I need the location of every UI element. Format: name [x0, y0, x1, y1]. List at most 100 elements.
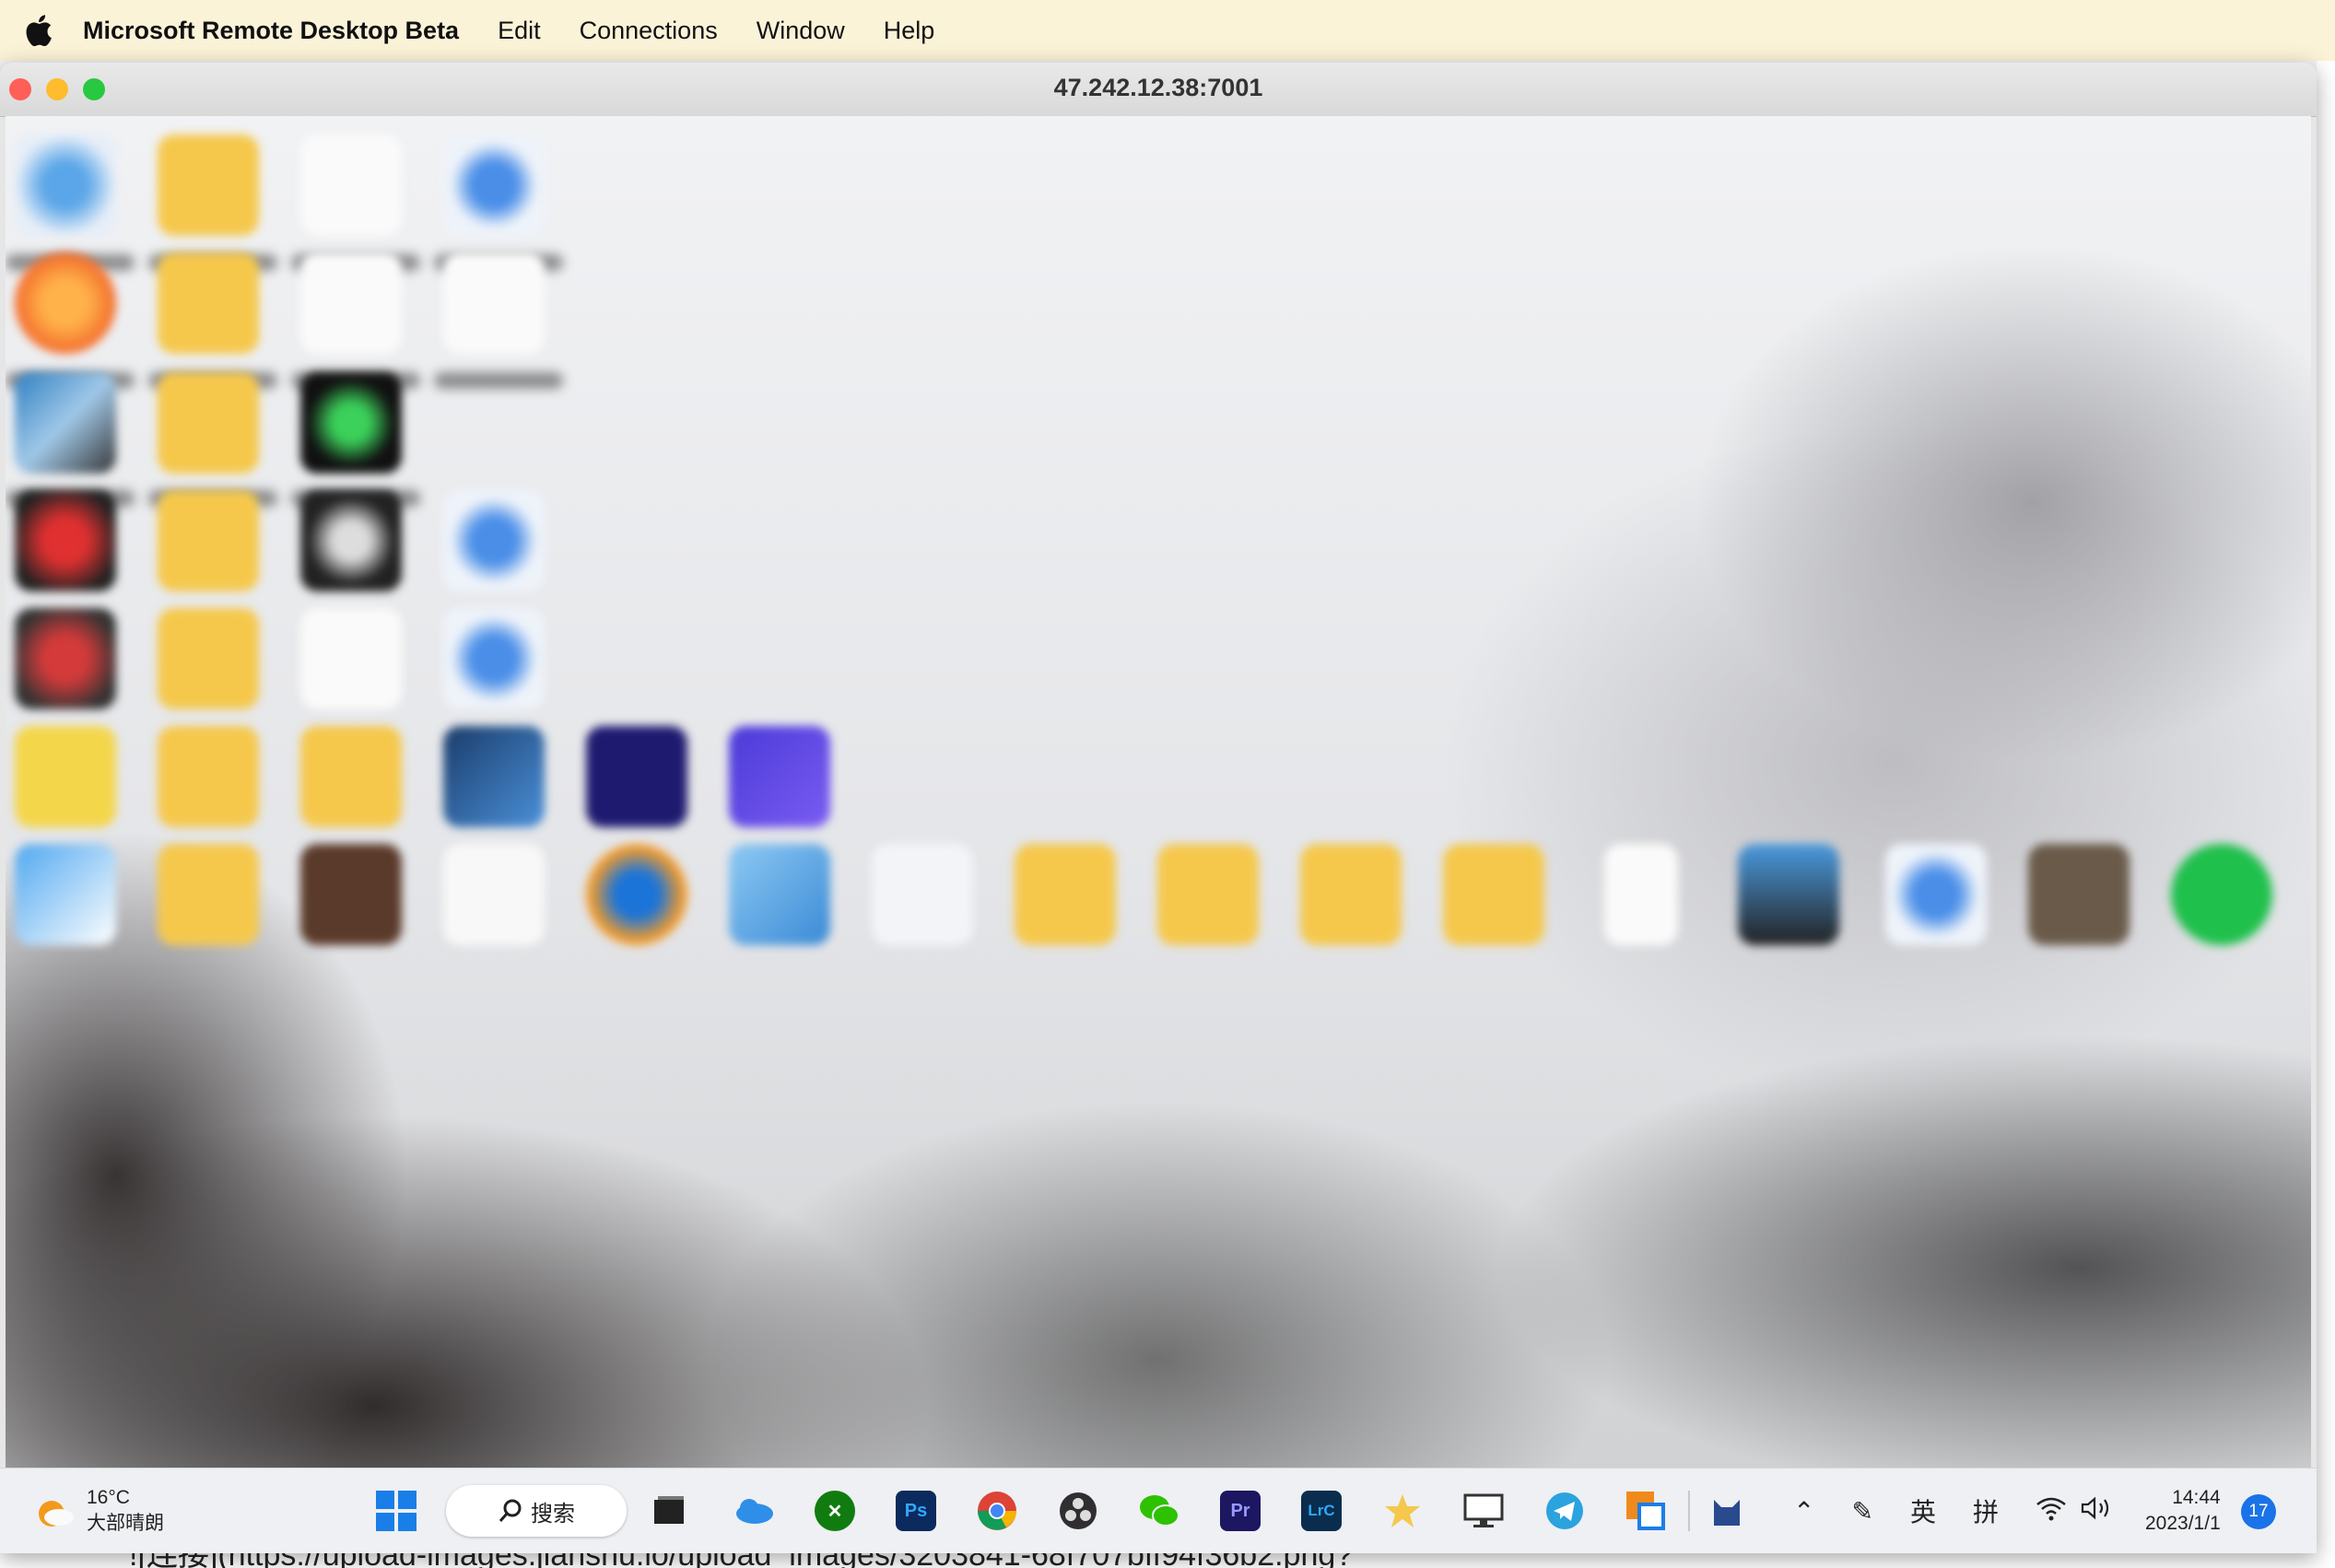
- taskbar-clock[interactable]: 14:44 2023/1/1: [2145, 1485, 2221, 1537]
- task-view-icon: [654, 1496, 684, 1524]
- folder-icon[interactable]: [158, 372, 259, 474]
- desktop-icon[interactable]: [443, 844, 545, 945]
- wechat-button[interactable]: [1133, 1485, 1185, 1537]
- lightroom-icon: LrC: [1301, 1491, 1342, 1531]
- folder-icon[interactable]: [158, 135, 259, 236]
- xbox-icon: ✕: [815, 1491, 855, 1531]
- folder-icon[interactable]: [1015, 844, 1116, 945]
- desktop-icon-label: [434, 372, 563, 389]
- desktop-icon[interactable]: [15, 608, 116, 709]
- taskbar-search[interactable]: 搜索: [446, 1485, 627, 1537]
- menu-edit[interactable]: Edit: [498, 17, 541, 45]
- desktop-icon[interactable]: [15, 726, 116, 827]
- xbox-button[interactable]: ✕: [809, 1485, 861, 1537]
- apple-menu-icon[interactable]: [20, 12, 57, 49]
- desktop-icon[interactable]: [729, 844, 830, 945]
- desktop-icon[interactable]: [443, 608, 545, 709]
- ime-mode[interactable]: 拼: [1973, 1492, 1999, 1529]
- file-icon[interactable]: [300, 252, 402, 354]
- premiere-icon: Pr: [1220, 1491, 1261, 1531]
- windows-logo-icon: [376, 1491, 417, 1531]
- wechat-icon: [1140, 1495, 1179, 1527]
- desktop-icon[interactable]: [300, 372, 402, 474]
- clock-date: 2023/1/1: [2145, 1513, 2221, 1534]
- folder-icon[interactable]: [1157, 844, 1259, 945]
- chevron-up-icon[interactable]: ⌃: [1793, 1496, 1814, 1527]
- desktop-icon[interactable]: [443, 135, 545, 236]
- obs-icon: [1060, 1492, 1097, 1529]
- app-squares-icon: [1626, 1492, 1665, 1530]
- wifi-icon[interactable]: [2036, 1495, 2067, 1527]
- folder-icon[interactable]: [300, 726, 402, 827]
- file-icon[interactable]: [300, 608, 402, 709]
- menu-window[interactable]: Window: [757, 17, 845, 45]
- folder-icon[interactable]: [158, 608, 259, 709]
- telegram-icon: [1546, 1492, 1583, 1529]
- file-icon[interactable]: [300, 135, 402, 236]
- desktop-icon[interactable]: [1738, 844, 1839, 945]
- desktop-icon[interactable]: [729, 726, 830, 827]
- volume-icon[interactable]: [2080, 1495, 2113, 1527]
- desktop-icon[interactable]: [2171, 844, 2272, 945]
- remote-desktop-screen[interactable]: [6, 116, 2311, 1515]
- telegram-button[interactable]: [1539, 1485, 1590, 1537]
- remote-monitor-button[interactable]: [1458, 1485, 1509, 1537]
- folder-icon[interactable]: [158, 844, 259, 945]
- weather-temp: 16°C: [87, 1487, 130, 1508]
- menu-help[interactable]: Help: [884, 17, 935, 45]
- desktop-icon[interactable]: [15, 844, 116, 945]
- search-icon: [499, 1499, 522, 1522]
- macos-menubar: Microsoft Remote Desktop Beta Edit Conne…: [0, 0, 2335, 61]
- weather-widget[interactable]: 16°C 大部晴朗: [31, 1481, 164, 1540]
- start-button[interactable]: [370, 1485, 422, 1537]
- obs-button[interactable]: [1052, 1485, 1104, 1537]
- file-icon[interactable]: [1604, 844, 1678, 945]
- ime-language[interactable]: 英: [1910, 1492, 1936, 1529]
- onedrive-button[interactable]: [728, 1485, 780, 1537]
- background-window-edge: [2317, 61, 2335, 1568]
- window-titlebar[interactable]: 47.242.12.38:7001: [0, 63, 2317, 117]
- lightroom-button[interactable]: LrC: [1296, 1485, 1347, 1537]
- desktop-icon[interactable]: [443, 726, 545, 827]
- app-name-menu[interactable]: Microsoft Remote Desktop Beta: [83, 17, 459, 45]
- window-title: 47.242.12.38:7001: [1053, 74, 1263, 101]
- premiere-button[interactable]: Pr: [1214, 1485, 1266, 1537]
- app-star-button[interactable]: [1377, 1485, 1428, 1537]
- notification-badge[interactable]: 17: [2241, 1494, 2276, 1529]
- desktop-icon[interactable]: [872, 844, 973, 945]
- file-icon[interactable]: [443, 252, 545, 354]
- desktop-icon[interactable]: [15, 490, 116, 591]
- photoshop-button[interactable]: Ps: [890, 1485, 942, 1537]
- task-view-button[interactable]: [643, 1485, 695, 1537]
- folder-icon[interactable]: [1443, 844, 1544, 945]
- desktop-icon[interactable]: [586, 726, 687, 827]
- desktop-icon[interactable]: [2028, 844, 2130, 945]
- pinned-app-button[interactable]: [1701, 1485, 1753, 1537]
- star-icon: [1385, 1494, 1420, 1527]
- desktop-icon[interactable]: [300, 844, 402, 945]
- folder-icon[interactable]: [158, 726, 259, 827]
- remote-desktop-window: 47.242.12.38:7001 16°C 大部晴朗 搜索 ✕ Ps Pr L…: [0, 63, 2317, 1553]
- cloud-icon: [736, 1499, 773, 1524]
- system-tray: ⌃ ✎ 英 拼: [1793, 1481, 2150, 1540]
- cat-icon: [1714, 1500, 1740, 1526]
- desktop-icon[interactable]: [15, 135, 116, 236]
- search-label: 搜索: [531, 1501, 575, 1527]
- desktop-icon[interactable]: [15, 252, 116, 354]
- photoshop-icon: Ps: [896, 1491, 936, 1531]
- folder-icon[interactable]: [158, 490, 259, 591]
- folder-icon[interactable]: [1300, 844, 1402, 945]
- chrome-button[interactable]: [971, 1485, 1023, 1537]
- desktop-icon[interactable]: [15, 372, 116, 474]
- desktop-icon[interactable]: [300, 490, 402, 591]
- menu-connections[interactable]: Connections: [580, 17, 718, 45]
- desktop-icon[interactable]: [586, 844, 687, 945]
- windows-taskbar: 16°C 大部晴朗 搜索 ✕ Ps Pr LrC ⌃ ✎ 英 拼 14:44 2…: [0, 1468, 2317, 1553]
- folder-icon[interactable]: [158, 252, 259, 354]
- app-squares-button[interactable]: [1620, 1485, 1672, 1537]
- pen-icon[interactable]: ✎: [1851, 1496, 1872, 1527]
- desktop-icon[interactable]: [443, 490, 545, 591]
- weather-desc: 大部晴朗: [87, 1513, 164, 1534]
- clock-time: 14:44: [2172, 1487, 2221, 1508]
- desktop-icon[interactable]: [1885, 844, 1987, 945]
